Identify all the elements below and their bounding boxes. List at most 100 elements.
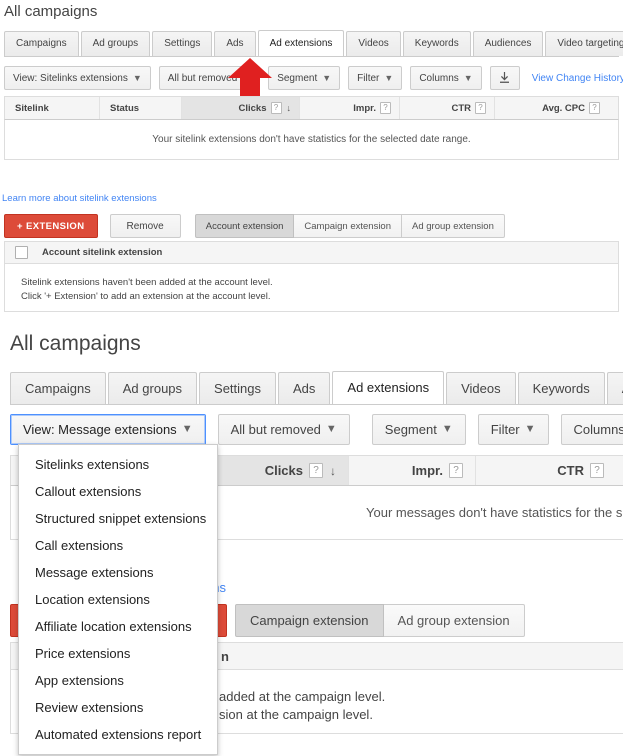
learn-more-link-top[interactable]: Learn more about sitelink extensions xyxy=(2,193,157,204)
menu-item-affiliate-location-extensions[interactable]: Affiliate location extensions xyxy=(19,613,217,640)
action-bar-top: + EXTENSION Remove Account extension Cam… xyxy=(4,214,505,238)
view-selector-button[interactable]: View: Message extensions ▼ xyxy=(10,414,206,445)
column-header-sitelink[interactable]: Sitelink xyxy=(5,97,100,119)
view-change-history-link[interactable]: View Change History xyxy=(532,73,623,84)
help-icon[interactable]: ? xyxy=(270,102,282,114)
tab-ad-extensions[interactable]: Ad extensions xyxy=(332,371,445,404)
column-label: Impr. xyxy=(411,463,443,478)
level-label: Campaign extension xyxy=(250,613,369,628)
tab-ad-extensions[interactable]: Ad extensions xyxy=(257,30,345,56)
help-icon[interactable]: ? xyxy=(590,463,604,478)
status-filter-label: All but removed xyxy=(167,72,238,84)
tab-audiences[interactable]: Audiences xyxy=(606,372,623,404)
stats-empty-message-top: Your sitelink extensions don't have stat… xyxy=(4,120,619,160)
column-header-status[interactable]: Status xyxy=(100,97,182,119)
level-campaign-extension[interactable]: Campaign extension xyxy=(294,214,402,238)
menu-item-message-extensions[interactable]: Message extensions xyxy=(19,559,217,586)
column-header-ctr[interactable]: CTR ? xyxy=(476,456,616,485)
help-icon[interactable]: ? xyxy=(449,463,463,478)
tab-keywords[interactable]: Keywords xyxy=(517,372,605,404)
menu-item-structured-snippet-extensions[interactable]: Structured snippet extensions xyxy=(19,505,217,532)
filter-button[interactable]: Filter ▼ xyxy=(348,66,403,90)
columns-button[interactable]: Columns ▼ xyxy=(560,414,623,445)
level-campaign-extension[interactable]: Campaign extension xyxy=(235,604,384,637)
column-header-clicks[interactable]: Clicks ? ↓ xyxy=(182,97,300,119)
tab-video-targeting[interactable]: Video targeting xyxy=(545,31,623,56)
tab-campaigns[interactable]: Campaigns xyxy=(10,372,106,404)
level-table-body-top: Sitelink extensions haven't been added a… xyxy=(4,264,619,312)
menu-item-callout-extensions[interactable]: Callout extensions xyxy=(19,478,217,505)
chevron-down-icon: ▼ xyxy=(524,423,536,435)
level-body-line-2: Click '+ Extension' to add an extension … xyxy=(21,291,271,302)
tab-keywords[interactable]: Keywords xyxy=(402,31,471,56)
level-account-extension[interactable]: Account extension xyxy=(194,214,295,238)
tab-label: Settings xyxy=(214,381,262,396)
tab-settings[interactable]: Settings xyxy=(199,372,277,404)
segment-label: Segment xyxy=(384,422,437,437)
help-icon[interactable]: ? xyxy=(380,102,391,114)
select-all-checkbox[interactable] xyxy=(15,246,28,259)
view-selector-label: View: Message extensions xyxy=(23,422,177,437)
column-header-avg-cpc[interactable]: Avg. CPC ? xyxy=(495,97,608,119)
tab-label: Keywords xyxy=(414,38,459,49)
tab-label: Videos xyxy=(461,381,501,396)
level-body-line-1: Sitelink extensions haven't been added a… xyxy=(21,277,273,288)
column-label: Sitelink xyxy=(15,102,49,114)
column-header-ctr[interactable]: CTR ? xyxy=(400,97,495,119)
menu-item-label: Call extensions xyxy=(35,538,124,553)
view-selector-button[interactable]: View: Sitelinks extensions ▼ xyxy=(4,66,151,90)
level-body-line-1: added at the campaign level. xyxy=(219,689,386,704)
column-label: CTR xyxy=(557,463,584,478)
help-icon[interactable]: ? xyxy=(589,102,600,114)
extension-level-tabs-bottom: Campaign extension Ad group extension xyxy=(235,604,525,637)
help-icon[interactable]: ? xyxy=(475,102,486,114)
filter-button[interactable]: Filter ▼ xyxy=(477,414,549,445)
tab-ads[interactable]: Ads xyxy=(214,31,256,56)
tab-audiences[interactable]: Audiences xyxy=(472,31,544,56)
tab-ads[interactable]: Ads xyxy=(278,372,331,404)
column-label: CTR xyxy=(451,102,471,114)
page-title-bottom: All campaigns xyxy=(10,332,141,355)
help-icon[interactable]: ? xyxy=(309,463,323,478)
columns-button[interactable]: Columns ▼ xyxy=(410,66,482,90)
level-table-header-label: Account sitelink extension xyxy=(42,247,163,258)
columns-label: Columns xyxy=(419,72,459,84)
menu-item-app-extensions[interactable]: App extensions xyxy=(19,667,217,694)
page-title-top: All campaigns xyxy=(4,3,98,20)
tab-label: Settings xyxy=(164,38,201,49)
menu-item-location-extensions[interactable]: Location extensions xyxy=(19,586,217,613)
view-extensions-dropdown-menu[interactable]: Sitelinks extensions Callout extensions … xyxy=(18,444,218,755)
menu-item-automated-extensions-report[interactable]: Automated extensions report xyxy=(19,721,217,748)
chevron-down-icon: ▼ xyxy=(322,72,332,83)
tab-ad-groups[interactable]: Ad groups xyxy=(107,372,198,404)
tab-label: Videos xyxy=(358,38,389,49)
tab-label: Ads xyxy=(226,38,244,49)
tabstrip-top: Campaigns Ad groups Settings Ads Ad exte… xyxy=(4,30,623,57)
tab-ad-groups[interactable]: Ad groups xyxy=(80,31,151,56)
tab-settings[interactable]: Settings xyxy=(152,31,213,56)
status-filter-button[interactable]: All but removed ▼ xyxy=(217,414,350,445)
menu-item-price-extensions[interactable]: Price extensions xyxy=(19,640,217,667)
download-button[interactable] xyxy=(489,66,520,90)
tab-campaigns[interactable]: Campaigns xyxy=(4,31,79,56)
menu-item-call-extensions[interactable]: Call extensions xyxy=(19,532,217,559)
add-extension-button[interactable]: + EXTENSION xyxy=(4,214,98,238)
segment-button[interactable]: Segment ▼ xyxy=(371,414,466,445)
menu-item-label: Structured snippet extensions xyxy=(35,511,207,526)
filter-label: Filter xyxy=(357,72,380,84)
tab-videos[interactable]: Videos xyxy=(446,372,516,404)
segment-button[interactable]: Segment ▼ xyxy=(268,66,341,90)
column-header-impr[interactable]: Impr. ? xyxy=(349,456,476,485)
level-ad-group-extension[interactable]: Ad group extension xyxy=(383,604,525,637)
segment-label: Segment xyxy=(277,72,318,84)
level-ad-group-extension[interactable]: Ad group extension xyxy=(402,214,505,238)
tab-label: Audiences xyxy=(484,38,532,49)
menu-item-review-extensions[interactable]: Review extensions xyxy=(19,694,217,721)
column-label: Clicks xyxy=(264,463,303,478)
menu-item-label: Price extensions xyxy=(35,646,131,661)
column-header-impr[interactable]: Impr. ? xyxy=(300,97,400,119)
menu-item-sitelinks-extensions[interactable]: Sitelinks extensions xyxy=(19,451,217,478)
remove-button[interactable]: Remove xyxy=(109,214,181,238)
column-label: Avg. CPC xyxy=(542,102,585,114)
tab-videos[interactable]: Videos xyxy=(346,31,401,56)
